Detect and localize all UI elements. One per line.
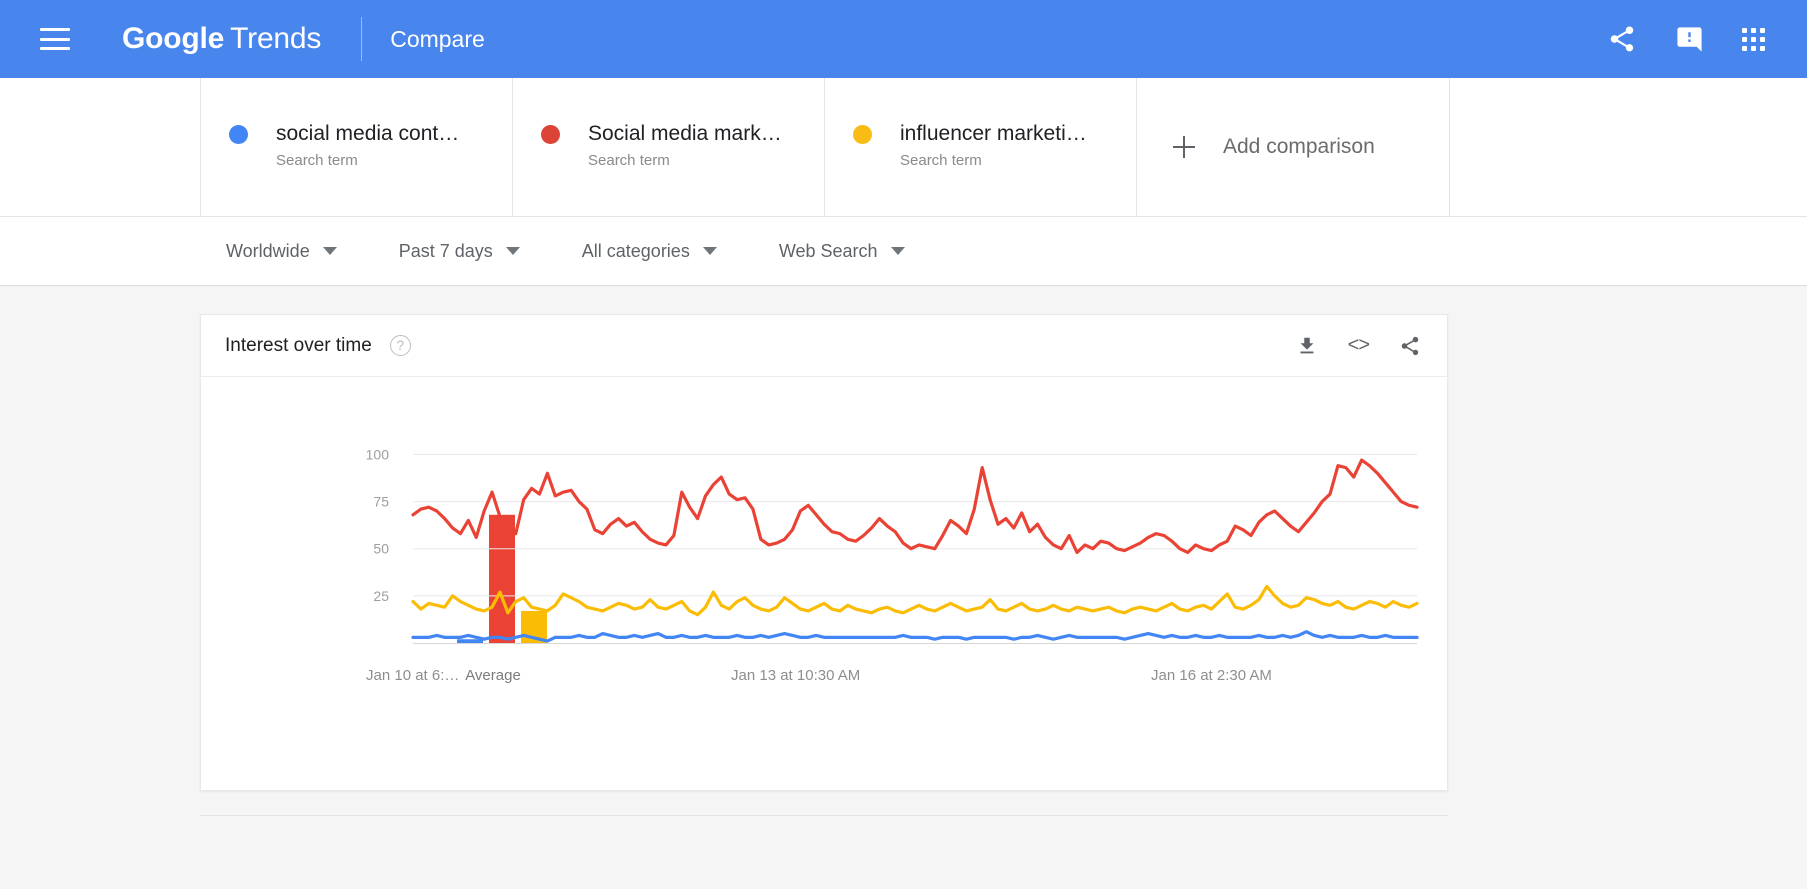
download-icon[interactable] xyxy=(1296,335,1318,357)
interest-over-time-panel: Interest over time ? <> 100 75 50 25 Averag… xyxy=(200,314,1448,791)
chart-area: 100 75 50 25 Average Jan 10 at 6:… Jan 13 a… xyxy=(201,377,1447,732)
term-card-1-header: social media cont… xyxy=(229,122,512,146)
term-color-dot-blue xyxy=(229,124,248,144)
term-card-2-header: Social media mark… xyxy=(541,122,824,146)
term-card-1-subtitle: Search term xyxy=(276,152,358,169)
chevron-down-icon xyxy=(702,247,717,255)
svg-text:25: 25 xyxy=(373,588,389,604)
filter-search-type-label: Web Search xyxy=(778,240,878,261)
filter-category[interactable]: All categories xyxy=(582,241,717,262)
panel-footer xyxy=(201,732,1447,790)
filter-location[interactable]: Worldwide xyxy=(226,241,337,262)
filter-location-label: Worldwide xyxy=(226,240,310,261)
x-axis-label-1: Jan 10 at 6:… xyxy=(366,667,460,684)
svg-text:100: 100 xyxy=(366,446,390,462)
term-card-2-title: Social media mark… xyxy=(588,122,782,145)
chevron-down-icon xyxy=(890,247,905,255)
comparison-cards-row: social media cont… Search term Social me… xyxy=(0,78,1807,217)
chevron-down-icon xyxy=(322,247,337,255)
embed-code-icon[interactable]: <> xyxy=(1348,334,1370,357)
chevron-down-icon xyxy=(505,247,520,255)
apps-grid-icon[interactable] xyxy=(1742,27,1765,51)
cards-left-spacer xyxy=(0,78,200,216)
app-bar: Google Trends Compare xyxy=(0,0,1807,78)
next-panel-top-edge xyxy=(200,815,1448,816)
appbar-actions xyxy=(1607,24,1779,54)
panel-title: Interest over time xyxy=(225,334,372,356)
filter-bar: Worldwide Past 7 days All categories Web… xyxy=(0,217,1807,286)
plus-icon xyxy=(1173,136,1195,158)
filter-time-range[interactable]: Past 7 days xyxy=(399,241,520,262)
panel-actions: <> xyxy=(1296,334,1421,357)
term-card-3[interactable]: influencer marketi… Search term xyxy=(824,78,1136,216)
brand-google: Google xyxy=(122,22,225,55)
share-icon[interactable] xyxy=(1607,24,1637,54)
page-title: Compare xyxy=(390,25,485,52)
feedback-icon[interactable] xyxy=(1675,25,1704,54)
filter-time-range-label: Past 7 days xyxy=(398,240,493,261)
term-color-dot-red xyxy=(541,124,560,144)
term-card-3-subtitle: Search term xyxy=(900,152,982,169)
help-icon[interactable]: ? xyxy=(389,335,411,356)
term-color-dot-yellow xyxy=(853,124,872,144)
cards-right-spacer xyxy=(1450,78,1807,216)
svg-text:50: 50 xyxy=(373,541,389,557)
svg-text:75: 75 xyxy=(373,494,389,510)
share-icon[interactable] xyxy=(1399,335,1421,357)
term-card-2[interactable]: Social media mark… Search term xyxy=(512,78,824,216)
term-card-3-header: influencer marketi… xyxy=(853,122,1136,146)
term-card-2-subtitle: Search term xyxy=(588,152,670,169)
term-card-1-title: social media cont… xyxy=(276,122,460,145)
term-card-1[interactable]: social media cont… Search term xyxy=(200,78,512,216)
filter-search-type[interactable]: Web Search xyxy=(779,241,905,262)
add-comparison-label: Add comparison xyxy=(1223,135,1375,158)
google-trends-logo[interactable]: Google Trends xyxy=(122,22,321,56)
x-axis-label-2: Jan 13 at 10:30 AM xyxy=(731,667,861,684)
appbar-divider xyxy=(361,17,363,61)
term-card-3-title: influencer marketi… xyxy=(900,122,1087,145)
brand-trends: Trends xyxy=(230,22,322,55)
x-axis-label-3: Jan 16 at 2:30 AM xyxy=(1151,667,1272,684)
panel-header: Interest over time ? <> xyxy=(201,315,1447,377)
filter-category-label: All categories xyxy=(581,240,690,261)
main-content: Interest over time ? <> 100 75 50 25 Averag… xyxy=(0,286,1807,889)
hamburger-menu-icon[interactable] xyxy=(40,28,70,50)
add-comparison-button[interactable]: Add comparison xyxy=(1136,78,1450,216)
